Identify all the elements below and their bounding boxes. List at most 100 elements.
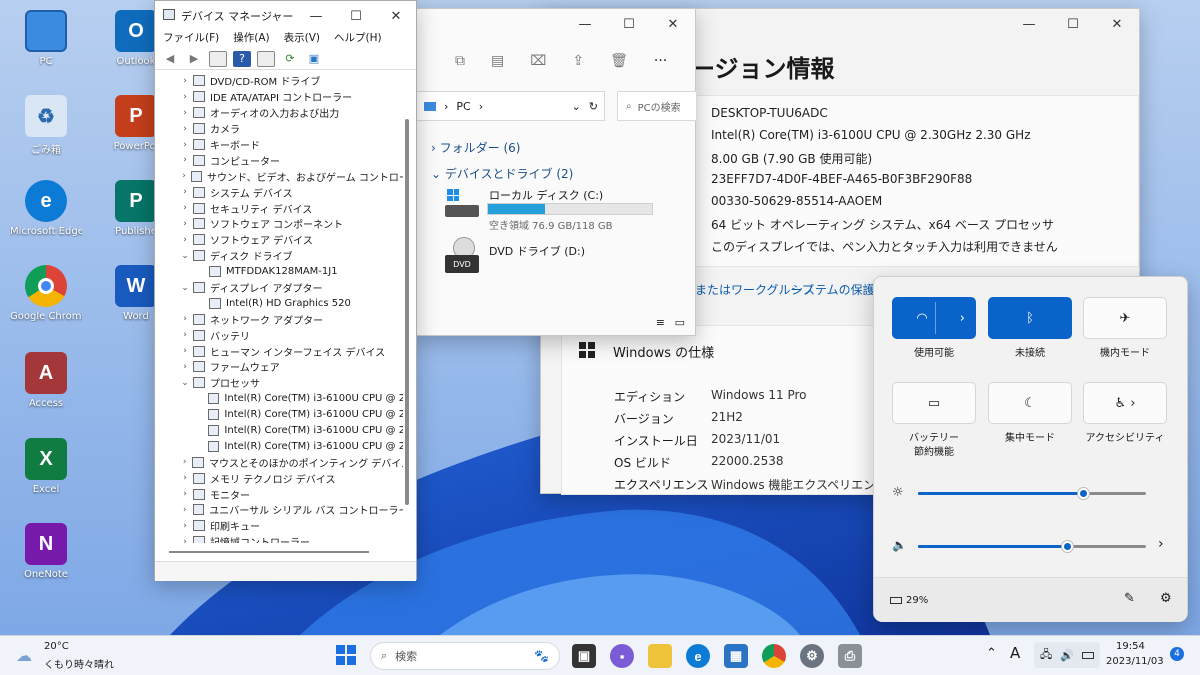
file-explorer-icon[interactable] (648, 644, 672, 668)
chevron-right-icon[interactable]: › (177, 155, 193, 165)
menu-action[interactable]: 操作(A) (233, 30, 269, 45)
chevron-right-icon[interactable]: › (177, 537, 193, 543)
device-tree-item[interactable]: › キーボード (155, 137, 403, 153)
more-icon[interactable]: ··· (654, 53, 667, 69)
desktop-icon-edge[interactable]: e Microsoft Edge (10, 180, 82, 237)
monitor-icon[interactable]: ▣ (305, 51, 323, 67)
chevron-right-icon[interactable]: › (177, 171, 191, 181)
desktop-icon-excel[interactable]: X Excel (10, 438, 82, 495)
refresh-icon[interactable]: ↻ (589, 100, 598, 113)
forward-icon[interactable]: ▶ (185, 51, 203, 67)
chevron-right-icon[interactable]: › (177, 219, 193, 229)
start-button[interactable] (336, 645, 356, 665)
chevron-right-icon[interactable]: › (1158, 536, 1164, 552)
rename-icon[interactable]: ⌧ (530, 53, 546, 69)
vertical-scrollbar[interactable] (405, 119, 409, 505)
system-tray-status[interactable]: 🖧 🔊 (1034, 642, 1100, 668)
chevron-right-icon[interactable]: › (177, 187, 193, 197)
device-tree-item[interactable]: ⌄ ディスプレイ アダプター (155, 280, 403, 296)
chevron-up-icon[interactable]: ⌃ (986, 646, 997, 661)
copy-icon[interactable]: ⧉ (455, 53, 465, 69)
menu-file[interactable]: ファイル(F) (163, 30, 219, 45)
chevron-right-icon[interactable]: › (177, 489, 193, 499)
help-icon[interactable]: ? (233, 50, 251, 67)
delete-icon[interactable]: 🗑 (610, 53, 628, 69)
brightness-slider[interactable] (918, 488, 1146, 499)
desktop-icon-pc[interactable]: PC (10, 10, 82, 67)
minimize-button[interactable]: — (563, 9, 607, 39)
device-tree-item[interactable]: › ネットワーク アダプター (155, 311, 403, 327)
menu-view[interactable]: 表示(V) (284, 30, 320, 45)
device-tree-item[interactable]: ⌄ ディスク ドライブ (155, 248, 403, 264)
system-protection-link[interactable]: システムの保護 (791, 281, 875, 298)
device-tree-item[interactable]: Intel(R) Core(TM) i3-6100U CPU @ 2.3 (155, 391, 403, 407)
clock-time[interactable]: 19:54 (1116, 641, 1145, 652)
scan-hardware-icon[interactable]: ⟳ (281, 51, 299, 67)
ime-indicator[interactable]: A (1010, 644, 1020, 662)
microsoft-store-icon[interactable]: ▦ (724, 644, 748, 668)
close-button[interactable]: ✕ (1095, 9, 1139, 39)
device-tree-item[interactable]: Intel(R) Core(TM) i3-6100U CPU @ 2.3 (155, 438, 403, 454)
device-tree-item[interactable]: › DVD/CD-ROM ドライブ (155, 73, 403, 89)
device-tree-item[interactable]: › ヒューマン インターフェイス デバイス (155, 343, 403, 359)
chevron-right-icon[interactable]: › (177, 140, 193, 150)
desktop-icon-recycle-bin[interactable]: ♻ ごみ箱 (10, 95, 82, 156)
weather-temp[interactable]: 20°C (44, 641, 69, 652)
minimize-button[interactable]: — (1007, 9, 1051, 39)
chevron-right-icon[interactable]: › (177, 473, 193, 483)
device-tree-item[interactable]: › サウンド、ビデオ、およびゲーム コントローラー (155, 168, 403, 184)
device-tree-item[interactable]: ⌄ プロセッサ (155, 375, 403, 391)
paste-icon[interactable]: ▤ (491, 53, 504, 69)
edge-icon[interactable]: e (686, 644, 710, 668)
menu-help[interactable]: ヘルプ(H) (334, 30, 382, 45)
device-tree-item[interactable]: Intel(R) HD Graphics 520 (155, 295, 403, 311)
chevron-right-icon[interactable]: › (960, 311, 965, 326)
chevron-right-icon[interactable]: › (177, 505, 193, 515)
settings-gear-icon[interactable]: ⚙ (800, 644, 824, 668)
chevron-down-icon[interactable]: ⌄ (177, 251, 193, 261)
chevron-right-icon[interactable]: › (177, 362, 193, 372)
chevron-right-icon[interactable]: › (177, 235, 193, 245)
battery-status[interactable]: 29% (890, 595, 928, 606)
chevron-down-icon[interactable]: ⌄ (177, 378, 193, 388)
chevron-right-icon[interactable]: › (177, 203, 193, 213)
wifi-toggle[interactable]: ◠ › (892, 297, 976, 339)
device-tree-item[interactable]: › コンピューター (155, 152, 403, 168)
address-bar[interactable]: › PC › ⌄ ↻ (415, 91, 605, 121)
notification-badge[interactable]: 4 (1170, 647, 1184, 661)
update-driver-icon[interactable] (257, 50, 275, 67)
device-tree-item[interactable]: Intel(R) Core(TM) i3-6100U CPU @ 2.3 (155, 407, 403, 423)
chevron-right-icon[interactable]: › (177, 521, 193, 531)
back-icon[interactable]: ◀ (161, 51, 179, 67)
device-tree-item[interactable]: › ソフトウェア コンポーネント (155, 216, 403, 232)
share-icon[interactable]: ⇪ (572, 53, 584, 69)
device-tree-item[interactable]: › モニター (155, 486, 403, 502)
edit-icon[interactable]: ✎ (1124, 591, 1135, 606)
device-tree-item[interactable]: › システム デバイス (155, 184, 403, 200)
properties-icon[interactable] (209, 50, 227, 67)
task-view-icon[interactable]: ▣ (572, 644, 596, 668)
dvd-drive-label[interactable]: DVD ドライブ (D:) (489, 243, 585, 259)
chevron-right-icon[interactable]: › (177, 124, 193, 134)
desktop-icon-access[interactable]: A Access (10, 352, 82, 409)
chevron-right-icon[interactable]: › (177, 108, 193, 118)
device-tree-item[interactable]: › セキュリティ デバイス (155, 200, 403, 216)
weather-text[interactable]: くもり時々晴れ (44, 656, 114, 671)
device-tree-item[interactable]: › マウスとそのほかのポインティング デバイス (155, 454, 403, 470)
chevron-right-icon[interactable]: › (177, 330, 193, 340)
maximize-button[interactable]: ☐ (607, 9, 651, 39)
maximize-button[interactable]: ☐ (1051, 9, 1095, 39)
device-tree-item[interactable]: › バッテリ (155, 327, 403, 343)
weather-icon[interactable]: ☁ (16, 646, 32, 665)
device-tree-item[interactable]: › ユニバーサル シリアル バス コントローラー (155, 502, 403, 518)
clock-date[interactable]: 2023/11/03 (1106, 656, 1164, 667)
device-tree-item[interactable]: MTFDDAK128MAM-1J1 (155, 264, 403, 280)
local-disk-label[interactable]: ローカル ディスク (C:) (489, 187, 603, 203)
device-manager-icon[interactable]: ⎙ (838, 644, 862, 668)
device-tree-item[interactable]: › オーディオの入力および出力 (155, 105, 403, 121)
device-tree-item[interactable]: › メモリ テクノロジ デバイス (155, 470, 403, 486)
desktop-icon-onenote[interactable]: N OneNote (10, 523, 82, 580)
chevron-down-icon[interactable]: ⌄ (177, 283, 193, 293)
battery-saver-toggle[interactable]: ▭ (892, 382, 976, 424)
device-tree-item[interactable]: Intel(R) Core(TM) i3-6100U CPU @ 2.3 (155, 423, 403, 439)
